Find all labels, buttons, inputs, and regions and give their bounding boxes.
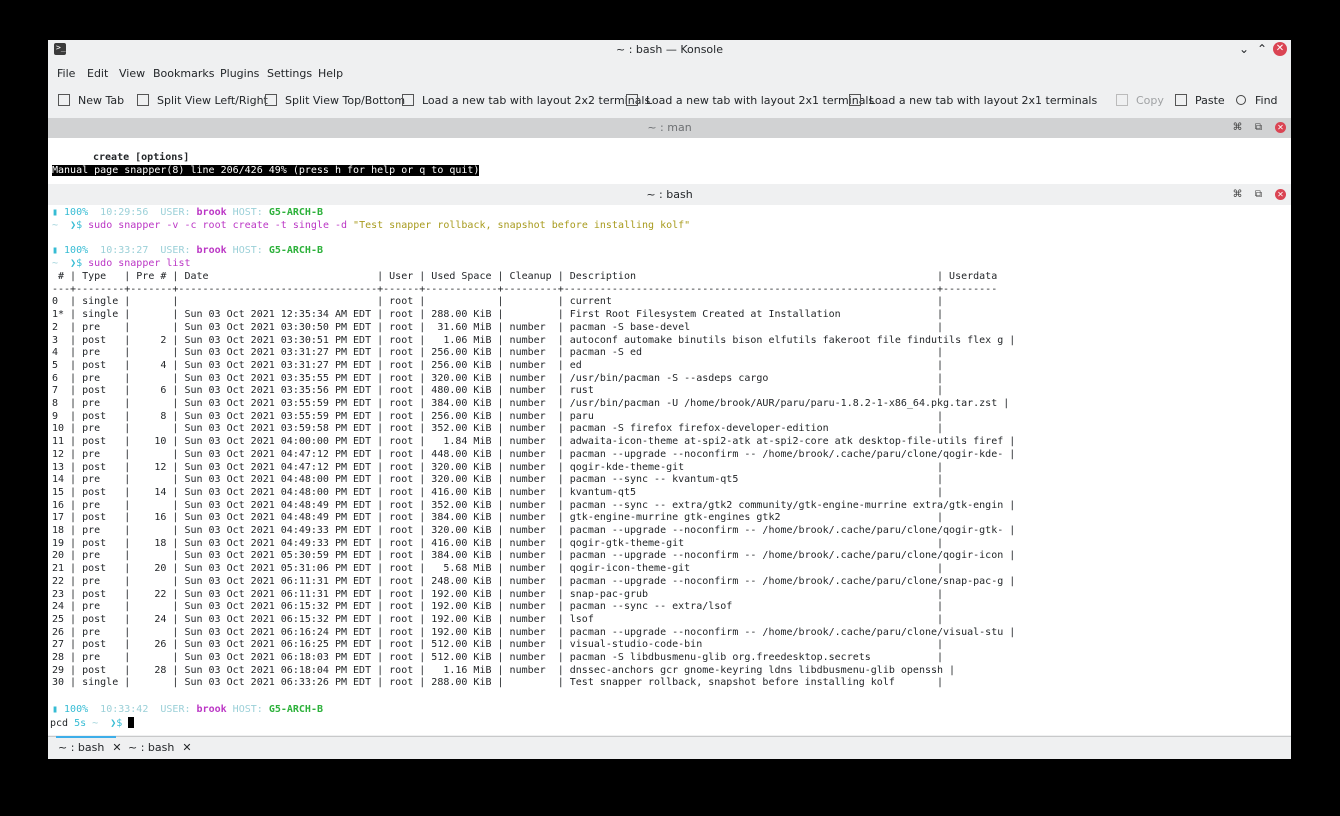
- copy-button[interactable]: Copy: [1116, 94, 1164, 110]
- table-row: 15 | post | 14 | Sun 03 Oct 2021 04:48:0…: [52, 486, 944, 498]
- split-title: ~ : man: [647, 121, 692, 134]
- maximize-icon[interactable]: ⌃: [1255, 42, 1269, 56]
- search-icon: [1236, 95, 1246, 105]
- split-horizontal-icon: [265, 94, 277, 106]
- menu-plugins[interactable]: Plugins: [220, 67, 259, 80]
- menu-edit[interactable]: Edit: [87, 67, 108, 80]
- table-row: 30 | single | | Sun 03 Oct 2021 06:33:26…: [52, 677, 944, 689]
- table-row: 25 | post | 24 | Sun 03 Oct 2021 06:15:3…: [52, 613, 944, 625]
- terminal-man[interactable]: create [options] Manual page snapper(8) …: [48, 138, 1291, 184]
- detach-split-icon[interactable]: ⧉: [1253, 122, 1264, 133]
- table-row: 27 | post | 26 | Sun 03 Oct 2021 06:16:2…: [52, 639, 944, 651]
- table-row: 20 | pre | | Sun 03 Oct 2021 05:30:59 PM…: [52, 550, 1016, 562]
- layout-rows-icon: [849, 94, 861, 106]
- table-row: 12 | pre | | Sun 03 Oct 2021 04:47:12 PM…: [52, 448, 1016, 460]
- man-status-line: Manual page snapper(8) line 206/426 49% …: [52, 165, 480, 176]
- table-row: 1* | single | | Sun 03 Oct 2021 12:35:34…: [52, 309, 944, 321]
- tab-bar: ~ : bash ✕ ~ : bash ✕: [48, 736, 1291, 759]
- close-split-icon[interactable]: ✕: [1275, 122, 1286, 133]
- man-line: create [options]: [93, 152, 190, 163]
- menu-settings[interactable]: Settings: [267, 67, 312, 80]
- prompt-line: ▮ 100% 10:29:56 USER: brook HOST: G5-ARC…: [52, 207, 323, 218]
- table-separator: ---+--------+-------+-------------------…: [52, 283, 998, 295]
- menu-file[interactable]: File: [57, 67, 75, 80]
- layout-grid-icon: [402, 94, 414, 106]
- layout-2x1-button-a[interactable]: Load a new tab with layout 2x1 terminals: [626, 94, 874, 110]
- layout-2x1-button-b[interactable]: Load a new tab with layout 2x1 terminals: [849, 94, 1097, 110]
- close-tab-icon[interactable]: ✕: [112, 741, 121, 754]
- text-cursor: [128, 717, 135, 728]
- table-row: 18 | pre | | Sun 03 Oct 2021 04:49:33 PM…: [52, 525, 1016, 536]
- table-row: 21 | post | 20 | Sun 03 Oct 2021 05:31:0…: [52, 563, 944, 575]
- menu-view[interactable]: View: [119, 67, 145, 80]
- tab-bash-1[interactable]: ~ : bash ✕: [58, 741, 122, 754]
- table-row: 29 | post | 28 | Sun 03 Oct 2021 06:18:0…: [52, 664, 956, 676]
- find-button[interactable]: Find: [1236, 94, 1278, 110]
- menu-bookmarks[interactable]: Bookmarks: [153, 67, 214, 80]
- split-top-bottom-button[interactable]: Split View Top/Bottom: [265, 94, 405, 110]
- table-row: 7 | post | 6 | Sun 03 Oct 2021 03:35:56 …: [52, 385, 944, 397]
- toolbar: New Tab Split View Left/Right Split View…: [48, 88, 1291, 114]
- menu-help[interactable]: Help: [318, 67, 343, 80]
- table-row: 28 | pre | | Sun 03 Oct 2021 06:18:03 PM…: [52, 652, 944, 663]
- command-line: ~ ❯$ sudo snapper list: [52, 258, 191, 269]
- table-row: 24 | pre | | Sun 03 Oct 2021 06:15:32 PM…: [52, 601, 944, 613]
- table-row: 3 | post | 2 | Sun 03 Oct 2021 03:30:51 …: [52, 334, 1016, 346]
- konsole-window: >_ ~ : bash — Konsole ⌄ ⌃ ✕ File Edit Vi…: [48, 40, 1291, 759]
- window-title: ~ : bash — Konsole: [616, 43, 723, 56]
- tab-bash-2[interactable]: ~ : bash ✕: [128, 741, 192, 754]
- table-row: 8 | pre | | Sun 03 Oct 2021 03:55:59 PM …: [52, 398, 1010, 409]
- minimize-icon[interactable]: ⌄: [1237, 42, 1251, 56]
- split-vertical-icon: [137, 94, 149, 106]
- table-row: 19 | post | 18 | Sun 03 Oct 2021 04:49:3…: [52, 537, 944, 549]
- table-row: 6 | pre | | Sun 03 Oct 2021 03:35:55 PM …: [52, 372, 944, 384]
- detach-split-icon[interactable]: ⧉: [1253, 189, 1264, 200]
- table-row: 22 | pre | | Sun 03 Oct 2021 06:11:31 PM…: [52, 575, 1016, 587]
- table-row: 17 | post | 16 | Sun 03 Oct 2021 04:48:4…: [52, 512, 944, 524]
- table-row: 5 | post | 4 | Sun 03 Oct 2021 03:31:27 …: [52, 359, 944, 371]
- layout-columns-icon: [626, 94, 638, 106]
- title-bar[interactable]: >_ ~ : bash — Konsole ⌄ ⌃ ✕: [48, 40, 1291, 60]
- prompt-line: ▮ 100% 10:33:27 USER: brook HOST: G5-ARC…: [52, 245, 323, 256]
- table-header: # | Type | Pre # | Date | User | Used Sp…: [52, 271, 998, 282]
- table-row: 9 | post | 8 | Sun 03 Oct 2021 03:55:59 …: [52, 410, 944, 422]
- table-row: 13 | post | 12 | Sun 03 Oct 2021 04:47:1…: [52, 461, 944, 473]
- split-header-man[interactable]: ~ : man ⌘ ⧉ ✕: [48, 118, 1291, 138]
- split-title: ~ : bash: [646, 188, 693, 201]
- paste-button[interactable]: Paste: [1175, 94, 1225, 110]
- table-row: 11 | post | 10 | Sun 03 Oct 2021 04:00:0…: [52, 436, 1016, 448]
- close-tab-icon[interactable]: ✕: [182, 741, 191, 754]
- command-line[interactable]: pcd 5s ~ ❯$: [50, 717, 135, 730]
- copy-icon: [1116, 94, 1128, 106]
- table-row: 0 | single | | | root | | | current |: [52, 296, 944, 308]
- table-row: 4 | pre | | Sun 03 Oct 2021 03:31:27 PM …: [52, 347, 944, 359]
- active-tab-indicator: [56, 736, 116, 738]
- table-row: 26 | pre | | Sun 03 Oct 2021 06:16:24 PM…: [52, 626, 1016, 638]
- new-tab-icon: [58, 94, 70, 106]
- layout-2x2-button[interactable]: Load a new tab with layout 2x2 terminals: [402, 94, 650, 110]
- table-row: 23 | post | 22 | Sun 03 Oct 2021 06:11:3…: [52, 588, 944, 600]
- prompt-line: ▮ 100% 10:33:42 USER: brook HOST: G5-ARC…: [52, 704, 323, 715]
- close-split-icon[interactable]: ✕: [1275, 189, 1286, 200]
- command-line: ~ ❯$ sudo snapper -v -c root create -t s…: [52, 220, 691, 231]
- terminal-bash[interactable]: ▮ 100% 10:29:56 USER: brook HOST: G5-ARC…: [48, 205, 1291, 735]
- new-tab-button[interactable]: New Tab: [58, 94, 124, 110]
- split-left-right-button[interactable]: Split View Left/Right: [137, 94, 268, 110]
- table-row: 10 | pre | | Sun 03 Oct 2021 03:59:58 PM…: [52, 423, 944, 435]
- table-row: 2 | pre | | Sun 03 Oct 2021 03:30:50 PM …: [52, 321, 944, 333]
- close-icon[interactable]: ✕: [1273, 42, 1287, 56]
- table-row: 14 | pre | | Sun 03 Oct 2021 04:48:00 PM…: [52, 474, 944, 486]
- table-row: 16 | pre | | Sun 03 Oct 2021 04:48:49 PM…: [52, 499, 1016, 511]
- maximize-split-icon[interactable]: ⌘: [1232, 122, 1243, 133]
- split-header-bash[interactable]: ~ : bash ⌘ ⧉ ✕: [48, 185, 1291, 205]
- paste-icon: [1175, 94, 1187, 106]
- maximize-split-icon[interactable]: ⌘: [1232, 189, 1243, 200]
